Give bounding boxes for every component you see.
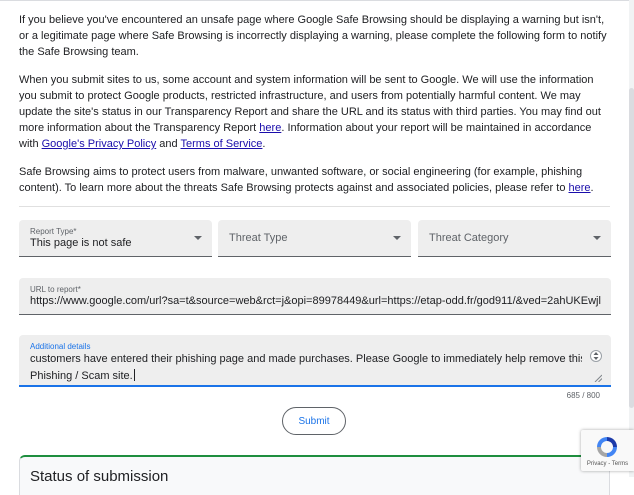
- privacy-policy-link[interactable]: Google's Privacy Policy: [42, 138, 157, 150]
- text-cursor: [133, 369, 135, 381]
- intro-paragraph-3: Safe Browsing aims to protect users from…: [19, 166, 594, 194]
- character-counter: 685 / 800: [566, 391, 600, 400]
- scrollbar-thumb[interactable]: [629, 88, 634, 408]
- url-input[interactable]: URL to report* https://www.google.com/ur…: [19, 278, 611, 315]
- recaptcha-logo-icon: [597, 437, 617, 457]
- additional-details-textarea[interactable]: Additional details customers have entere…: [19, 335, 611, 387]
- intro-text: If you believe you've encountered an uns…: [19, 12, 610, 208]
- url-value: https://www.google.com/url?sa=t&source=w…: [30, 295, 601, 307]
- section-divider: [19, 206, 610, 207]
- intro-paragraph-1: If you believe you've encountered an uns…: [19, 14, 607, 58]
- transparency-report-link[interactable]: here: [259, 122, 281, 134]
- safe-browsing-policies-link[interactable]: here: [569, 182, 591, 194]
- details-line-2: Phishing / Scam site.: [30, 369, 135, 382]
- textarea-scroll-arrows-icon[interactable]: [590, 349, 602, 363]
- terms-of-service-link[interactable]: Terms of Service: [181, 138, 263, 150]
- threat-category-select[interactable]: Threat Category: [418, 220, 611, 257]
- dropdown-arrow-icon: [393, 236, 401, 240]
- submit-button[interactable]: Submit: [282, 407, 346, 435]
- intro-paragraph-2: When you submit sites to us, some accoun…: [19, 74, 601, 150]
- resize-handle-icon[interactable]: [594, 374, 602, 382]
- threat-category-placeholder: Threat Category: [429, 232, 509, 244]
- threat-type-placeholder: Threat Type: [229, 232, 288, 244]
- recaptcha-legal-links[interactable]: Privacy - Terms: [581, 461, 634, 467]
- url-label: URL to report*: [30, 285, 81, 294]
- recaptcha-badge[interactable]: Privacy - Terms: [581, 430, 634, 471]
- dropdown-arrow-icon: [194, 236, 202, 240]
- details-line-1: customers have entered their phishing pa…: [30, 353, 582, 365]
- top-border: [0, 0, 634, 1]
- report-type-select[interactable]: Report Type* This page is not safe: [19, 220, 212, 257]
- report-type-value: This page is not safe: [30, 237, 132, 249]
- threat-type-select[interactable]: Threat Type: [218, 220, 411, 257]
- status-card: Status of submission: [19, 455, 610, 495]
- report-type-label: Report Type*: [30, 227, 77, 236]
- dropdown-arrow-icon: [593, 236, 601, 240]
- additional-details-label: Additional details: [30, 342, 91, 351]
